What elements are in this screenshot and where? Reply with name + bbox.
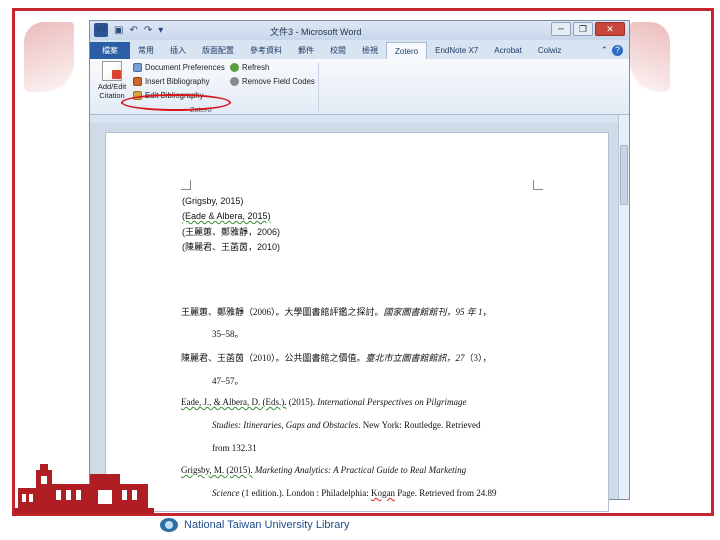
- reference-3-line-1[interactable]: Eade, J., & Albera, D. (Eds.). (2015). I…: [181, 397, 466, 407]
- reference-4-line-1[interactable]: Grigsby, M. (2015). Marketing Analytics:…: [181, 465, 466, 475]
- reference-3-publisher: . New York: Routledge. Retrieved: [358, 420, 481, 430]
- vertical-scrollbar[interactable]: [618, 115, 629, 499]
- customize-qat-icon[interactable]: ▾: [158, 25, 163, 36]
- tab-references[interactable]: 參考資料: [242, 42, 290, 59]
- tab-home[interactable]: 常用: [130, 42, 162, 59]
- tab-acrobat[interactable]: Acrobat: [486, 42, 530, 59]
- highlight-ellipse: [121, 94, 231, 111]
- citation-icon: [102, 61, 122, 81]
- library-name: National Taiwan University Library: [184, 519, 350, 531]
- reference-1-punct: ，: [482, 307, 492, 317]
- remove-field-codes-icon: [230, 77, 239, 86]
- redo-icon[interactable]: ↷: [144, 25, 152, 36]
- reference-4-title: Marketing Analytics: A Practical Guide t…: [254, 465, 467, 475]
- citation-1[interactable]: (Grigsby, 2015): [182, 196, 243, 206]
- collapse-ribbon-icon[interactable]: ⌃: [600, 45, 608, 56]
- remove-field-codes-button[interactable]: Remove Field Codes: [230, 77, 315, 86]
- reference-4-kogan: Kogan: [370, 488, 395, 498]
- refresh-button[interactable]: Refresh: [230, 63, 269, 72]
- tab-endnote[interactable]: EndNote X7: [427, 42, 486, 59]
- close-button[interactable]: ✕: [595, 22, 625, 36]
- help-icon[interactable]: ?: [612, 45, 623, 56]
- window-controls: ─ ❐ ✕: [551, 22, 625, 36]
- insert-bibliography-label: Insert Bibliography: [145, 77, 210, 86]
- reference-2-pages[interactable]: 47–57。: [212, 374, 244, 387]
- reference-3-title-1: International Perspectives on Pilgrimage: [317, 397, 467, 407]
- reference-2-authors: 陳麗君、王菡茵（2010）。公共圖書館之價值。: [181, 353, 366, 363]
- tab-mailings[interactable]: 郵件: [290, 42, 322, 59]
- reference-2-line-1[interactable]: 陳麗君、王菡茵（2010）。公共圖書館之價值。臺北市立圖書館館訊，27（3），: [181, 351, 492, 364]
- citation-4[interactable]: (陳麗君、王菡茵，2010): [182, 240, 280, 253]
- bibliography-icon: [133, 77, 142, 86]
- tab-file[interactable]: 檔案: [90, 42, 130, 59]
- document-page[interactable]: (Grigsby, 2015) (Eade & Albera, 2015) (王…: [105, 132, 609, 512]
- add-edit-citation-button[interactable]: Add/Edit Citation: [94, 61, 130, 100]
- add-edit-citation-label: Add/Edit Citation: [97, 82, 127, 100]
- tab-colwiz[interactable]: Colwiz: [530, 42, 570, 59]
- reference-3-line-3[interactable]: from 132.31: [212, 443, 257, 453]
- reference-3-title-2: Studies: Itineraries, Gaps and Obstacles: [212, 420, 359, 430]
- document-preferences-button[interactable]: Document Preferences: [133, 63, 225, 72]
- reference-1-pages[interactable]: 35–58。: [212, 327, 244, 340]
- reference-1-authors: 王麗蕙、鄭雅靜（2006）。大學圖書館評鑑之探討。: [181, 307, 384, 317]
- ntu-building-logo: [14, 464, 154, 514]
- reference-1-line-1[interactable]: 王麗蕙、鄭雅靜（2006）。大學圖書館評鑑之探討。國家圖書館館刊，95 年 1，: [181, 305, 492, 318]
- minimize-button[interactable]: ─: [551, 22, 571, 36]
- margin-corner-right: [533, 180, 543, 190]
- save-icon[interactable]: ▣: [114, 25, 123, 36]
- citation-3[interactable]: (王麗蕙、鄭雅靜，2006): [182, 225, 280, 238]
- reference-3-year: (2015).: [286, 397, 318, 407]
- reference-2-issue: （3），: [464, 353, 492, 363]
- tab-zotero[interactable]: Zotero: [386, 42, 428, 59]
- reference-1-journal: 國家圖書館館刊，95 年 1: [383, 307, 483, 317]
- remove-field-codes-label: Remove Field Codes: [242, 77, 315, 86]
- refresh-icon: [230, 63, 239, 72]
- reference-4-authors: Grigsby, M. (2015).: [181, 465, 253, 475]
- window-title: 文件3 - Microsoft Word: [270, 27, 362, 37]
- tab-review[interactable]: 校閱: [322, 42, 354, 59]
- refresh-label: Refresh: [242, 63, 270, 72]
- document-preferences-label: Document Preferences: [145, 63, 225, 72]
- group-separator: [318, 63, 319, 111]
- tab-insert[interactable]: 插入: [162, 42, 194, 59]
- reference-3-line-2[interactable]: Studies: Itineraries, Gaps and Obstacles…: [212, 420, 480, 430]
- zotero-ribbon: Add/Edit Citation Document Preferences I…: [90, 59, 629, 115]
- quick-access-toolbar: W ▣ ↶ ↷ ▾: [94, 23, 163, 37]
- title-bar: W ▣ ↶ ↷ ▾ 文件3 - Microsoft Word ─ ❐ ✕: [90, 21, 629, 40]
- margin-corner-left: [181, 180, 191, 190]
- scrollbar-thumb[interactable]: [620, 145, 628, 205]
- reference-2-journal: 臺北市立圖書館館訊，27: [365, 353, 465, 363]
- restore-button[interactable]: ❐: [573, 22, 593, 36]
- reference-4-retrieved: Page. Retrieved from 24.89: [394, 488, 497, 498]
- preferences-icon: [133, 63, 142, 72]
- undo-icon[interactable]: ↶: [129, 25, 137, 36]
- reference-4-edition: (1 edition.). London : Philadelphia:: [239, 488, 371, 498]
- tab-view[interactable]: 檢視: [354, 42, 386, 59]
- ruler-area: [90, 115, 629, 123]
- brush-decoration-left: [24, 22, 74, 92]
- reference-4-line-2[interactable]: Science (1 edition.). London : Philadelp…: [212, 488, 496, 498]
- reference-4-title-2: Science: [212, 488, 240, 498]
- insert-bibliography-button[interactable]: Insert Bibliography: [133, 77, 210, 86]
- tab-page-layout[interactable]: 版面配置: [194, 42, 242, 59]
- library-logo-icon: [160, 518, 178, 532]
- citation-2[interactable]: (Eade & Albera, 2015): [182, 211, 271, 221]
- ribbon-tabs: 檔案 常用 插入 版面配置 參考資料 郵件 校閱 檢視 Zotero EndNo…: [90, 40, 629, 59]
- ribbon-right-controls: ⌃ ?: [600, 42, 629, 59]
- reference-3-authors: Eade, J., & Albera, D. (Eds.).: [181, 397, 287, 407]
- word-app-icon[interactable]: W: [94, 23, 108, 37]
- library-brand: National Taiwan University Library: [160, 518, 349, 532]
